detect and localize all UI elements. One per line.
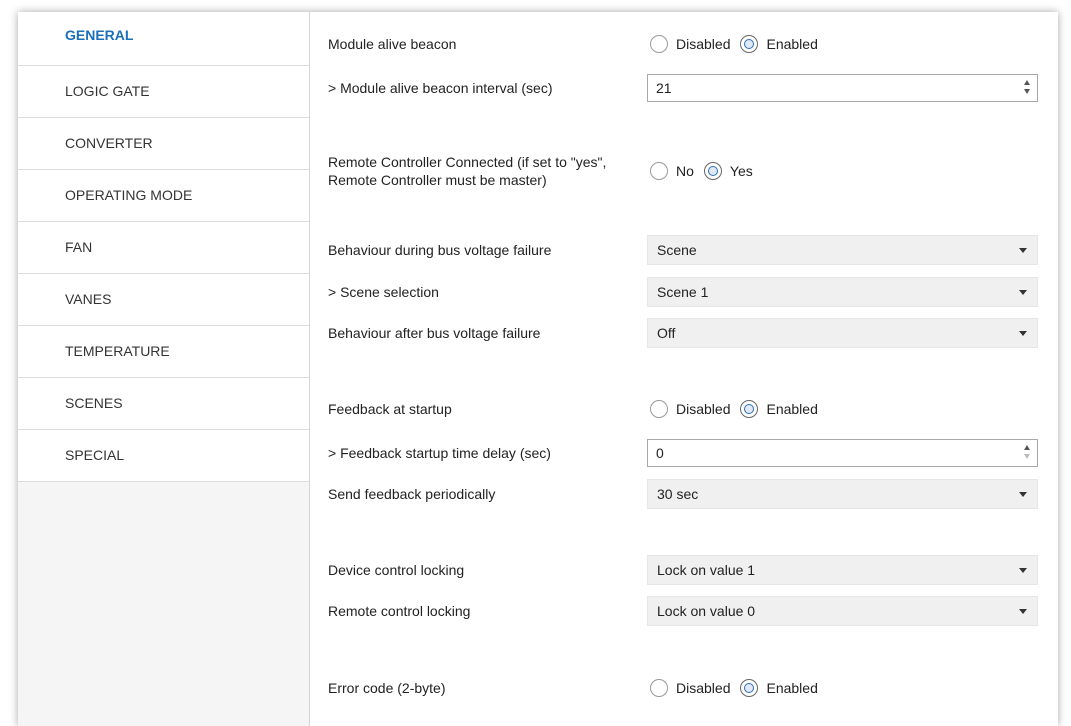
radio-unchecked-icon [650,162,668,180]
arrow-up-icon[interactable] [1024,80,1030,85]
radio-label: No [676,163,694,179]
error-code-enabled-radio[interactable]: Enabled [740,679,818,697]
param-row-alive-interval: > Module alive beacon interval (sec) 21 [328,73,1038,103]
sidebar: GENERAL LOGIC GATE CONVERTER OPERATING M… [18,12,310,726]
after-bus-failure-dropdown[interactable]: Off [647,318,1038,348]
param-label: Error code (2-byte) [328,679,446,696]
param-row-scene-selection: > Scene selection Scene 1 [328,277,1038,307]
radio-label: Enabled [766,401,818,417]
sidebar-item-logic-gate[interactable]: LOGIC GATE [18,66,309,118]
feedback-startup-enabled-radio[interactable]: Enabled [740,400,818,418]
chevron-down-icon [1019,331,1027,336]
radio-checked-icon [740,679,759,697]
param-row-feedback-delay: > Feedback startup time delay (sec) 0 [328,438,1038,468]
feedback-startup-radio-group: Disabled Enabled [650,400,1038,418]
alive-interval-spinbox[interactable]: 21 [647,74,1038,102]
dropdown-value: 30 sec [657,486,699,502]
spinbox-value: 0 [656,445,664,461]
spinbox-value: 21 [656,80,672,96]
sidebar-item-temperature[interactable]: TEMPERATURE [18,326,309,378]
radio-label: Yes [729,163,753,179]
chevron-down-icon [1019,492,1027,497]
remote-connected-radio-group: No Yes [650,162,1038,180]
param-row-error-code: Error code (2-byte) Disabled Enabled [328,673,1038,703]
param-row-device-locking: Device control locking Lock on value 1 [328,555,1038,585]
chevron-down-icon [1019,568,1027,573]
sidebar-item-special[interactable]: SPECIAL [18,430,309,482]
arrow-down-icon[interactable] [1024,89,1030,94]
radio-checked-icon [703,162,722,180]
spinbox-arrows[interactable] [1023,443,1031,461]
error-code-radio-group: Disabled Enabled [650,679,1038,697]
parameters-panel: Module alive beacon Disabled Enabled > M… [310,12,1058,726]
param-label: > Module alive beacon interval (sec) [328,79,553,96]
dropdown-value: Scene 1 [657,284,709,300]
scene-selection-dropdown[interactable]: Scene 1 [647,277,1038,307]
error-code-disabled-radio[interactable]: Disabled [650,679,730,697]
radio-unchecked-icon [650,400,668,418]
radio-checked-icon [740,400,759,418]
dropdown-value: Lock on value 1 [657,562,756,578]
radio-label: Enabled [766,36,818,52]
param-row-alive-beacon: Module alive beacon Disabled Enabled [328,29,1038,59]
radio-label: Disabled [676,401,731,417]
radio-label: Disabled [676,680,731,696]
radio-label: Disabled [676,36,731,52]
param-label: Module alive beacon [328,35,457,52]
param-label: > Feedback startup time delay (sec) [328,444,551,461]
param-label: Feedback at startup [328,400,452,417]
param-row-remote-connected: Remote Controller Connected (if set to "… [328,151,1038,191]
arrow-down-icon[interactable] [1024,454,1030,459]
chevron-down-icon [1019,290,1027,295]
param-row-send-feedback: Send feedback periodically 30 sec [328,479,1038,509]
alive-beacon-enabled-radio[interactable]: Enabled [740,35,818,53]
radio-unchecked-icon [650,679,668,697]
param-row-after-bus-failure: Behaviour after bus voltage failure Off [328,318,1038,348]
remote-connected-no-radio[interactable]: No [650,162,694,180]
alive-beacon-disabled-radio[interactable]: Disabled [650,35,730,53]
sidebar-item-operating-mode[interactable]: OPERATING MODE [18,170,309,222]
dropdown-value: Off [657,325,676,341]
param-label: Behaviour during bus voltage failure [328,241,552,258]
sidebar-item-general[interactable]: GENERAL [18,12,309,66]
bus-failure-dropdown[interactable]: Scene [647,235,1038,265]
sidebar-item-scenes[interactable]: SCENES [18,378,309,430]
sidebar-list: GENERAL LOGIC GATE CONVERTER OPERATING M… [18,12,309,482]
dropdown-value: Scene [657,242,697,258]
device-locking-dropdown[interactable]: Lock on value 1 [647,555,1038,585]
param-row-feedback-startup: Feedback at startup Disabled Enabled [328,394,1038,424]
parameters-window: GENERAL LOGIC GATE CONVERTER OPERATING M… [18,12,1058,726]
param-label: > Scene selection [328,283,439,300]
spinbox-arrows[interactable] [1023,78,1031,96]
chevron-down-icon [1019,248,1027,253]
remote-locking-dropdown[interactable]: Lock on value 0 [647,596,1038,626]
chevron-down-icon [1019,609,1027,614]
feedback-startup-disabled-radio[interactable]: Disabled [650,400,730,418]
param-row-remote-locking: Remote control locking Lock on value 0 [328,596,1038,626]
send-feedback-dropdown[interactable]: 30 sec [647,479,1038,509]
feedback-delay-spinbox[interactable]: 0 [647,439,1038,467]
arrow-up-icon[interactable] [1024,445,1030,450]
param-label: Device control locking [328,561,465,578]
radio-checked-icon [740,35,759,53]
param-label: Behaviour after bus voltage failure [328,324,541,341]
param-label: Remote control locking [328,602,471,619]
sidebar-item-vanes[interactable]: VANES [18,274,309,326]
sidebar-item-fan[interactable]: FAN [18,222,309,274]
param-label: Send feedback periodically [328,485,496,502]
dropdown-value: Lock on value 0 [657,603,756,619]
radio-label: Enabled [766,680,818,696]
remote-connected-yes-radio[interactable]: Yes [703,162,753,180]
sidebar-item-converter[interactable]: CONVERTER [18,118,309,170]
param-row-bus-failure: Behaviour during bus voltage failure Sce… [328,235,1038,265]
alive-beacon-radio-group: Disabled Enabled [650,35,1038,53]
param-label: Remote Controller Connected (if set to "… [328,154,607,188]
radio-unchecked-icon [650,35,668,53]
